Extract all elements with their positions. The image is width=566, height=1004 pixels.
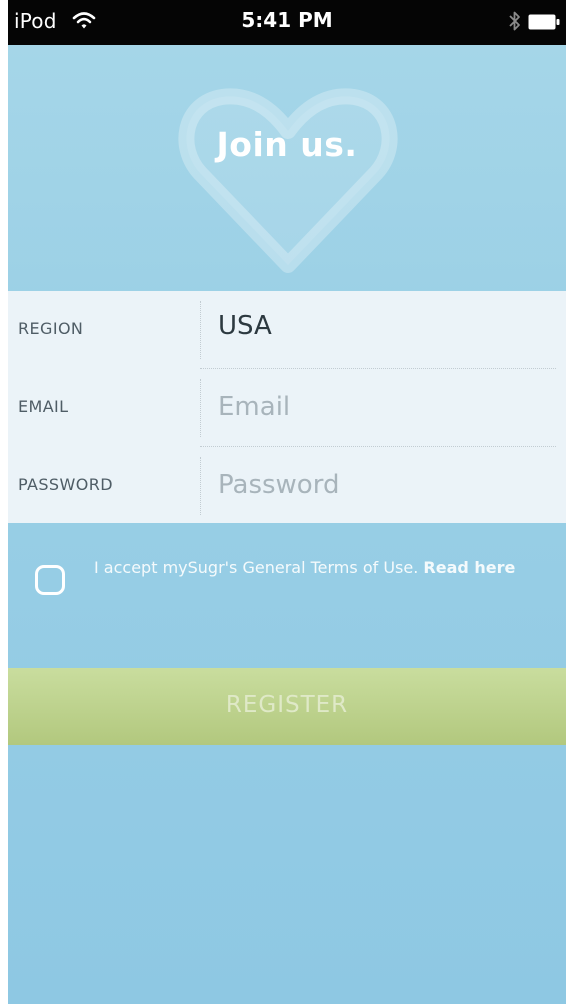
password-field[interactable] xyxy=(210,461,566,509)
bluetooth-icon xyxy=(509,11,520,31)
region-label: REGION xyxy=(18,319,84,338)
screen: iPod 5:41 PM Join us. REGION USA EMAIL E… xyxy=(0,0,566,1004)
terms-text: I accept mySugr's General Terms of Use. … xyxy=(94,556,534,580)
page-title: Join us. xyxy=(216,125,358,164)
heart-icon xyxy=(178,88,398,273)
email-label: EMAIL xyxy=(18,397,69,416)
terms-checkbox[interactable] xyxy=(35,565,65,595)
terms-read-link[interactable]: Read here xyxy=(423,558,515,577)
hero-banner: Join us. xyxy=(8,45,566,291)
device-bezel xyxy=(0,0,8,1004)
region-row[interactable]: REGION USA xyxy=(8,291,566,368)
registration-screen: Join us. REGION USA EMAIL PASSWORD xyxy=(8,45,566,1004)
terms-statement: I accept mySugr's General Terms of Use. xyxy=(94,558,419,577)
register-label: REGISTER xyxy=(225,692,349,718)
field-divider xyxy=(200,457,201,515)
email-row: EMAIL xyxy=(8,369,566,446)
status-bar: iPod 5:41 PM xyxy=(8,0,566,45)
registration-form: REGION USA EMAIL PASSWORD xyxy=(8,291,566,523)
email-field[interactable] xyxy=(210,383,566,431)
password-label: PASSWORD xyxy=(18,475,113,494)
terms-section: I accept mySugr's General Terms of Use. … xyxy=(8,523,566,668)
battery-icon xyxy=(528,14,560,30)
field-divider xyxy=(200,301,201,359)
password-row: PASSWORD xyxy=(8,447,566,524)
register-button[interactable]: REGISTER xyxy=(8,668,566,745)
status-time: 5:41 PM xyxy=(241,8,333,32)
field-divider xyxy=(200,379,201,437)
region-value[interactable]: USA xyxy=(218,311,272,341)
